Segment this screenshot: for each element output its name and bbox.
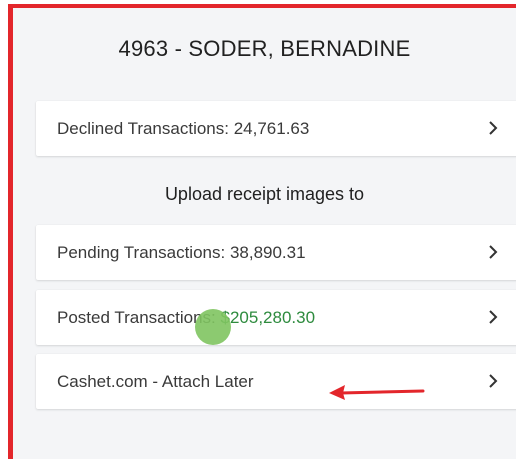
chevron-right-icon xyxy=(489,121,498,135)
touch-indicator xyxy=(195,309,231,345)
chevron-right-icon xyxy=(489,245,498,259)
posted-label-hidden: ctio xyxy=(166,308,194,327)
highlight-border-left xyxy=(8,4,13,459)
chevron-right-icon xyxy=(489,374,498,388)
section-heading: Upload receipt images to xyxy=(164,184,365,204)
chevron-right-icon xyxy=(489,310,498,324)
declined-transactions-row[interactable]: Declined Transactions: 24,761.63 xyxy=(36,101,516,156)
highlight-border-top xyxy=(8,4,516,8)
page-title: 4963 - SODER, BERNADINE xyxy=(118,36,411,61)
declined-transactions-label: Declined Transactions: 24,761.63 xyxy=(57,119,310,138)
posted-label-prefix: Posted Transa xyxy=(57,308,167,327)
posted-transactions-row[interactable]: Posted Transactions: $205,280.30 xyxy=(36,290,516,345)
red-arrow-icon xyxy=(329,385,425,400)
posted-transactions-value: $205,280.30 xyxy=(220,308,316,327)
pending-transactions-row[interactable]: Pending Transactions: 38,890.31 xyxy=(36,225,516,280)
transactions-screen: 4963 - SODER, BERNADINE Declined Transac… xyxy=(13,8,516,459)
pending-transactions-label: Pending Transactions: 38,890.31 xyxy=(57,243,306,262)
cashet-attach-later-row[interactable]: Cashet.com - Attach Later xyxy=(36,354,516,409)
cashet-attach-later-label: Cashet.com - Attach Later xyxy=(57,372,254,391)
posted-transactions-label: Posted Transactions: $205,280.30 xyxy=(57,290,315,345)
app-frame: 4963 - SODER, BERNADINE Declined Transac… xyxy=(0,0,516,459)
